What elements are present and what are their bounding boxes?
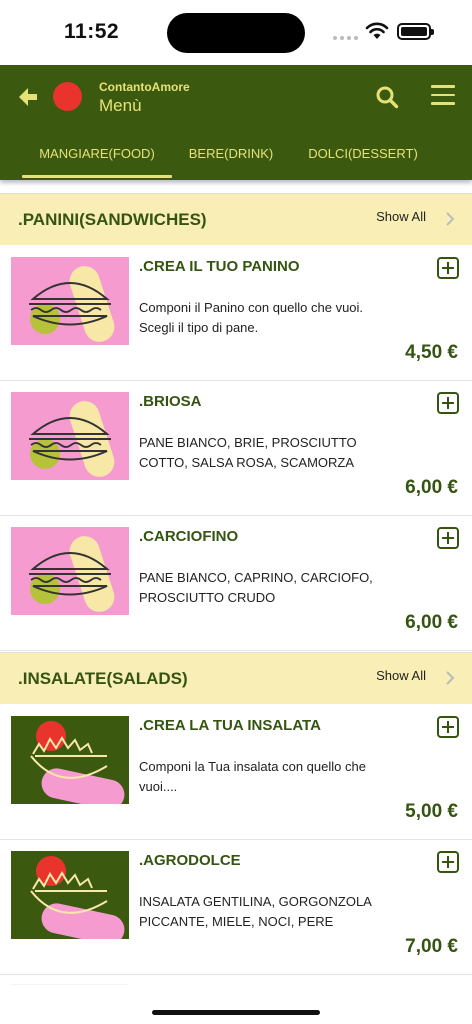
menu-item[interactable]: .CREA LA TUA INSALATA Componi la Tua ins… [0, 705, 472, 840]
item-description: INSALATA GENTILINA, GORGONZOLA PICCANTE,… [139, 894, 372, 929]
item-price: 6,00 € [405, 612, 458, 633]
item-name: .AGRODOLCE [139, 852, 241, 869]
tab-label: MANGIARE(FOOD) [39, 146, 155, 161]
item-price: 4,50 € [405, 342, 458, 363]
menu-item[interactable]: .BRIOSA PANE BIANCO, BRIE, PROSCIUTTO CO… [0, 381, 472, 516]
battery-icon [397, 23, 434, 40]
item-description: PANE BIANCO, BRIE, PROSCIUTTO COTTO, SAL… [139, 435, 357, 470]
chevron-right-icon[interactable] [444, 211, 456, 227]
section-title: .INSALATE(SALADS) [18, 669, 188, 688]
item-name: .CREA IL TUO PANINO [139, 258, 300, 275]
salad-image [11, 716, 129, 804]
item-description: Componi il Panino con quello che vuoi. S… [139, 300, 364, 335]
show-all-link[interactable]: Show All [376, 209, 426, 224]
next-item-edge [11, 984, 129, 985]
search-icon[interactable] [375, 85, 399, 109]
panino-image [11, 527, 129, 615]
app-header: ContantoAmore Menù MANGIARE(FOOD) BERE(D… [0, 65, 472, 180]
section-title: .PANINI(SANDWICHES) [18, 210, 207, 229]
item-price: 5,00 € [405, 801, 458, 822]
salad-image [11, 851, 129, 939]
item-description: PANE BIANCO, CAPRINO, CARCIOFO, PROSCIUT… [139, 570, 373, 605]
item-name: .BRIOSA [139, 393, 202, 410]
show-all-link[interactable]: Show All [376, 668, 426, 683]
arrow-left-icon[interactable] [16, 85, 40, 109]
brand-name: ContantoAmore [99, 80, 190, 94]
page-title: Menù [99, 96, 142, 115]
brand-logo [53, 82, 82, 111]
menu-item[interactable]: .CREA IL TUO PANINO Componi il Panino co… [0, 246, 472, 381]
section-header-insalate: .INSALATE(SALADS) Show All [0, 652, 472, 704]
dynamic-island [167, 13, 305, 53]
cellular-signal-icon [333, 36, 359, 40]
active-tab-indicator [22, 175, 172, 178]
status-bar: 11:52 [0, 0, 472, 65]
tab-dessert[interactable]: DOLCI(DESSERT) [298, 145, 428, 180]
tab-label: BERE(DRINK) [188, 146, 274, 161]
item-price: 6,00 € [405, 477, 458, 498]
item-price: 7,00 € [405, 936, 458, 957]
item-description: Componi la Tua insalata con quello che v… [139, 759, 366, 794]
section-header-panini: .PANINI(SANDWICHES) Show All [0, 193, 472, 245]
panino-image [11, 392, 129, 480]
menu-item[interactable]: .CARCIOFINO PANE BIANCO, CAPRINO, CARCIO… [0, 516, 472, 651]
category-tabs: MANGIARE(FOOD) BERE(DRINK) DOLCI(DESSERT… [0, 145, 472, 180]
item-name: .CREA LA TUA INSALATA [139, 717, 321, 734]
item-name: .CARCIOFINO [139, 528, 239, 545]
tab-label: DOLCI(DESSERT) [308, 146, 418, 161]
tab-drink[interactable]: BERE(DRINK) [176, 145, 286, 180]
status-time: 11:52 [64, 20, 120, 43]
plus-square-icon[interactable] [437, 527, 459, 549]
plus-square-icon[interactable] [437, 851, 459, 873]
plus-square-icon[interactable] [437, 716, 459, 738]
plus-square-icon[interactable] [437, 257, 459, 279]
wifi-icon [365, 22, 389, 39]
home-indicator[interactable] [152, 1010, 320, 1015]
menu-item[interactable]: .AGRODOLCE INSALATA GENTILINA, GORGONZOL… [0, 840, 472, 975]
panino-image [11, 257, 129, 345]
hamburger-menu-icon[interactable] [431, 85, 455, 105]
chevron-right-icon[interactable] [444, 670, 456, 686]
plus-square-icon[interactable] [437, 392, 459, 414]
